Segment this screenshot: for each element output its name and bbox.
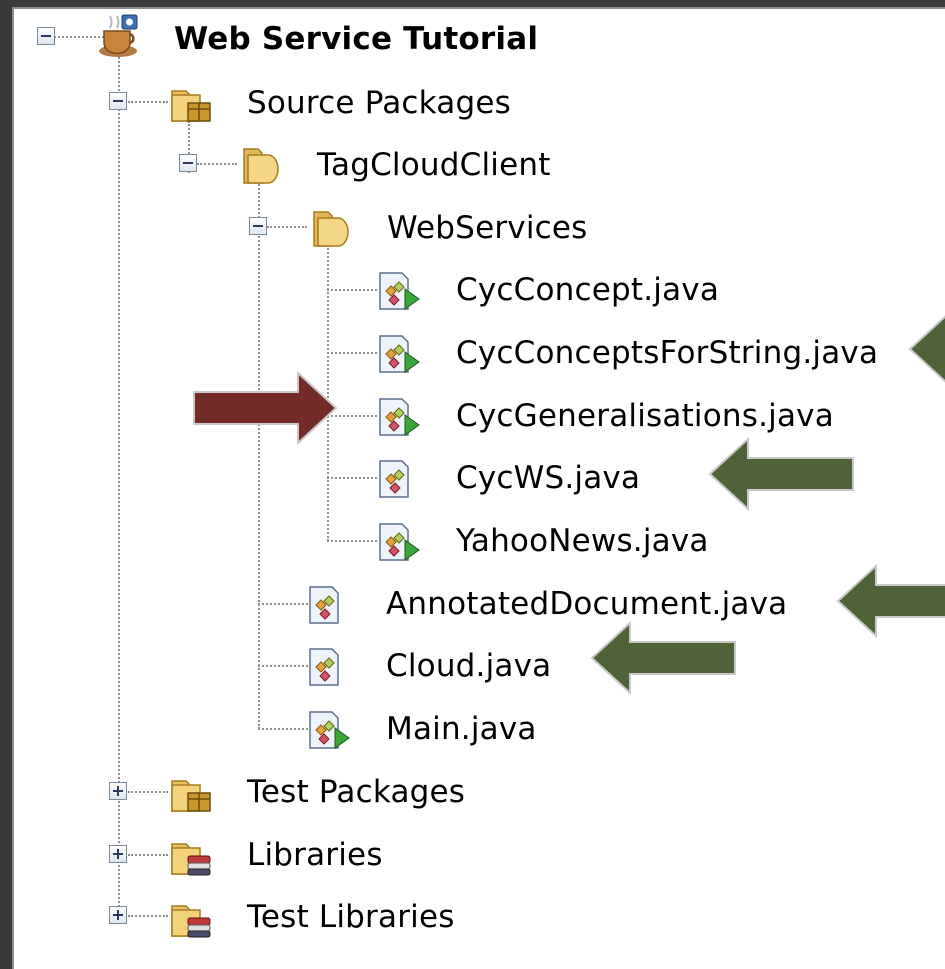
pointer-arrow-icon <box>708 436 854 512</box>
tree-guide <box>128 101 168 103</box>
project-name: Web Service Tutorial <box>174 21 539 57</box>
package-folder-icon <box>313 211 349 247</box>
tree-guide <box>327 540 377 542</box>
tree-guide <box>258 665 308 667</box>
java-main-class-icon <box>379 398 420 436</box>
tree-item-label: WebServices <box>387 210 588 246</box>
tree-item[interactable]: Test Packages <box>247 764 465 820</box>
tree-item[interactable]: CycWS.java <box>456 450 640 506</box>
pointer-arrow-icon <box>590 620 736 696</box>
tree-item[interactable]: WebServices <box>387 200 588 256</box>
tree-item[interactable]: YahooNews.java <box>456 513 709 569</box>
tree-item-label: Test Packages <box>247 774 466 810</box>
package-folder-icon <box>243 148 279 184</box>
coffee-cup-project-icon <box>99 14 138 57</box>
tree-item[interactable]: Cloud.java <box>386 638 551 694</box>
highlight-arrow-icon <box>193 370 338 446</box>
tree-item[interactable]: CycConcept.java <box>456 262 719 318</box>
source-package-folder-icon <box>171 90 211 122</box>
source-package-folder-icon <box>171 780 211 812</box>
tree-guide <box>258 603 308 605</box>
tree-item-label: TagCloudClient <box>317 147 551 183</box>
java-main-class-icon <box>309 711 350 749</box>
java-class-icon <box>309 586 339 624</box>
project-root-row[interactable]: Web Service Tutorial <box>174 11 538 67</box>
tree-item[interactable]: Main.java <box>386 701 537 757</box>
tree-item-label: CycGeneralisations.java <box>456 398 834 434</box>
tree-guide <box>128 854 168 856</box>
collapse-toggle[interactable] <box>249 217 267 235</box>
tree-item[interactable]: CycConceptsForString.java <box>456 325 878 381</box>
tree-item-label: Libraries <box>247 837 383 873</box>
tree-item-label: CycWS.java <box>456 460 641 496</box>
tree-guide <box>258 728 308 730</box>
library-folder-icon <box>171 905 211 938</box>
tree-item-label: CycConcept.java <box>456 272 720 308</box>
tree-guide <box>327 352 377 354</box>
tree-guide <box>128 791 168 793</box>
collapse-toggle[interactable] <box>179 154 197 172</box>
expand-toggle[interactable] <box>109 845 127 863</box>
tree-item-label: Test Libraries <box>247 899 455 935</box>
tree-item[interactable]: Source Packages <box>247 75 511 131</box>
tree-guide <box>267 226 307 228</box>
tree-item-label: Cloud.java <box>386 648 552 684</box>
tree-item-label: CycConceptsForString.java <box>456 335 879 371</box>
tree-item[interactable]: TagCloudClient <box>317 137 551 193</box>
expand-toggle[interactable] <box>109 782 127 800</box>
tree-guide <box>197 163 237 165</box>
tree-item-label: Source Packages <box>247 85 511 121</box>
tree-guide <box>258 181 260 729</box>
pointer-arrow-icon <box>836 563 945 639</box>
java-main-class-icon <box>379 272 420 310</box>
java-class-icon <box>379 460 409 498</box>
library-folder-icon <box>171 843 211 876</box>
expand-toggle[interactable] <box>109 906 127 924</box>
java-main-class-icon <box>379 523 420 561</box>
java-class-icon <box>309 648 339 686</box>
tree-guide <box>128 915 168 917</box>
java-main-class-icon <box>379 335 420 373</box>
tree-guide <box>327 477 377 479</box>
tree-item-label: Main.java <box>386 711 537 747</box>
tree-item[interactable]: Test Libraries <box>247 889 455 945</box>
tree-item-label: AnnotatedDocument.java <box>386 586 788 622</box>
tree-item-label: YahooNews.java <box>456 523 709 559</box>
collapse-toggle[interactable] <box>109 92 127 110</box>
pointer-arrow-icon <box>908 315 945 383</box>
collapse-toggle[interactable] <box>37 27 55 45</box>
tree-guide <box>327 289 377 291</box>
tree-item[interactable]: Libraries <box>247 827 383 883</box>
